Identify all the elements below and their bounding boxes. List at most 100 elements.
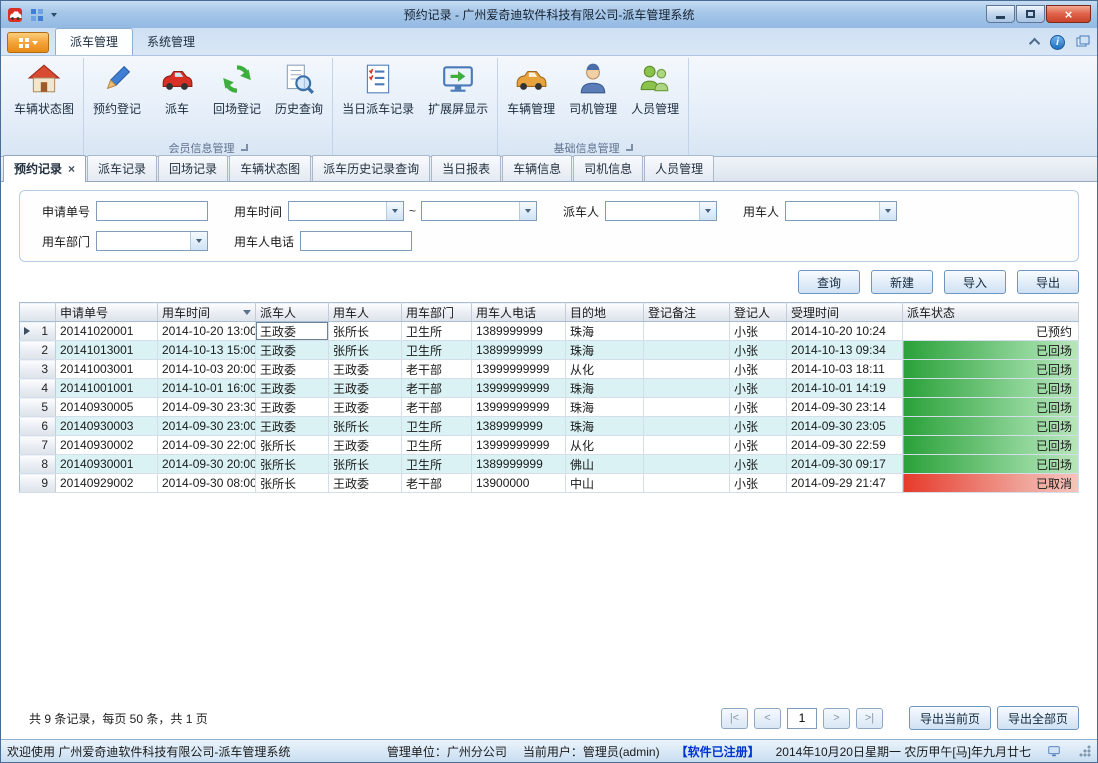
close-button[interactable]: × [1046,5,1091,23]
personnel-manage-button[interactable]: 人员管理 [624,58,686,139]
cell-use_time[interactable]: 2014-10-13 15:00 [158,341,256,360]
page-number-input[interactable] [787,708,817,729]
cell-dest[interactable]: 从化 [566,436,644,455]
dialog-launcher-icon[interactable] [241,144,248,151]
cell-use_time[interactable]: 2014-10-03 20:00 [158,360,256,379]
dispatch-button[interactable]: 派车 [148,58,206,139]
row-header-cell[interactable]: 1 [20,322,56,341]
row-selector-header[interactable] [20,303,56,322]
cell-user[interactable]: 张所长 [329,341,402,360]
cell-status[interactable]: 已回场 [903,360,1079,379]
table-row[interactable]: 5201409300052014-09-30 23:30王政委王政委老干部139… [20,398,1079,417]
last-page-button[interactable]: >| [856,708,883,729]
cell-user[interactable]: 张所长 [329,455,402,474]
vehicle-status-map-button[interactable]: 车辆状态图 [7,58,81,139]
cell-user[interactable]: 王政委 [329,474,402,493]
cell-registrar[interactable]: 小张 [730,417,787,436]
row-header-cell[interactable]: 7 [20,436,56,455]
filter-dropdown-icon[interactable] [243,310,251,315]
row-header-cell[interactable]: 4 [20,379,56,398]
use-time-from-select[interactable] [288,201,404,221]
dispatcher-select[interactable] [605,201,717,221]
cell-apply_no[interactable]: 20140930001 [56,455,158,474]
tab-dispatch-records[interactable]: 派车记录 [87,155,157,181]
tab-vehicle-info[interactable]: 车辆信息 [502,155,572,181]
export-current-page-button[interactable]: 导出当前页 [909,706,991,730]
extend-screen-button[interactable]: 扩展屏显示 [421,58,495,139]
cell-dept[interactable]: 卫生所 [402,322,472,341]
cell-phone[interactable]: 13999999999 [472,436,566,455]
vehicle-manage-button[interactable]: 车辆管理 [500,58,562,139]
new-button[interactable]: 新建 [871,270,933,294]
col-status[interactable]: 派车状态 [903,303,1079,322]
cell-remark[interactable] [644,322,730,341]
cell-dept[interactable]: 老干部 [402,360,472,379]
cell-dest[interactable]: 中山 [566,474,644,493]
cell-user[interactable]: 张所长 [329,322,402,341]
cell-dest[interactable]: 珠海 [566,379,644,398]
cell-phone[interactable]: 13999999999 [472,379,566,398]
cell-user[interactable]: 王政委 [329,379,402,398]
cell-phone[interactable]: 13999999999 [472,398,566,417]
cell-registrar[interactable]: 小张 [730,455,787,474]
table-row[interactable]: 2201410130012014-10-13 15:00王政委张所长卫生所138… [20,341,1079,360]
cell-use_time[interactable]: 2014-09-30 22:00 [158,436,256,455]
cell-remark[interactable] [644,436,730,455]
cell-dispatcher[interactable]: 张所长 [256,436,329,455]
cell-accept_time[interactable]: 2014-09-30 09:17 [787,455,903,474]
cell-remark[interactable] [644,455,730,474]
cell-remark[interactable] [644,360,730,379]
cell-registrar[interactable]: 小张 [730,398,787,417]
cell-dispatcher[interactable]: 王政委 [256,398,329,417]
cell-status[interactable]: 已回场 [903,379,1079,398]
cell-remark[interactable] [644,379,730,398]
cell-dest[interactable]: 佛山 [566,455,644,474]
info-icon[interactable]: i [1050,35,1065,50]
dialog-launcher-icon[interactable] [626,144,633,151]
table-row[interactable]: 3201410030012014-10-03 20:00王政委王政委老干部139… [20,360,1079,379]
tab-reservation-records[interactable]: 预约记录 × [3,155,86,182]
cell-apply_no[interactable]: 20140930002 [56,436,158,455]
cell-apply_no[interactable]: 20140930003 [56,417,158,436]
tab-dispatch-history-query[interactable]: 派车历史记录查询 [312,155,430,181]
switch-window-icon[interactable] [1075,34,1091,50]
cell-accept_time[interactable]: 2014-10-01 14:19 [787,379,903,398]
cell-registrar[interactable]: 小张 [730,379,787,398]
tab-personnel-manage[interactable]: 人员管理 [644,155,714,181]
cell-accept_time[interactable]: 2014-09-30 23:14 [787,398,903,417]
cell-apply_no[interactable]: 20140929002 [56,474,158,493]
app-menu-button[interactable] [7,32,49,53]
col-dept[interactable]: 用车部门 [402,303,472,322]
history-query-button[interactable]: 历史查询 [268,58,330,139]
quick-access-dropdown-icon[interactable] [51,13,57,17]
user-select[interactable] [785,201,897,221]
table-row[interactable]: 6201409300032014-09-30 23:00王政委张所长卫生所138… [20,417,1079,436]
query-button[interactable]: 查询 [798,270,860,294]
cell-dest[interactable]: 从化 [566,360,644,379]
cell-apply_no[interactable]: 20141013001 [56,341,158,360]
cell-status[interactable]: 已回场 [903,455,1079,474]
cell-status[interactable]: 已预约 [903,322,1079,341]
cell-dispatcher[interactable]: 张所长 [256,474,329,493]
collapse-ribbon-icon[interactable] [1029,38,1040,49]
row-header-cell[interactable]: 9 [20,474,56,493]
cell-status[interactable]: 已回场 [903,341,1079,360]
cell-dept[interactable]: 老干部 [402,474,472,493]
cell-phone[interactable]: 1389999999 [472,417,566,436]
cell-dispatcher[interactable]: 王政委 [256,379,329,398]
tab-daily-report[interactable]: 当日报表 [431,155,501,181]
cell-registrar[interactable]: 小张 [730,436,787,455]
cell-dest[interactable]: 珠海 [566,417,644,436]
tab-vehicle-status-map[interactable]: 车辆状态图 [229,155,311,181]
tab-driver-info[interactable]: 司机信息 [573,155,643,181]
cell-user[interactable]: 张所长 [329,417,402,436]
table-row[interactable]: 7201409300022014-09-30 22:00张所长王政委卫生所139… [20,436,1079,455]
today-dispatch-records-button[interactable]: 当日派车记录 [335,58,421,139]
cell-use_time[interactable]: 2014-09-30 08:00 [158,474,256,493]
cell-status[interactable]: 已取消 [903,474,1079,493]
cell-use_time[interactable]: 2014-09-30 23:00 [158,417,256,436]
cell-remark[interactable] [644,398,730,417]
first-page-button[interactable]: |< [721,708,748,729]
cell-apply_no[interactable]: 20141020001 [56,322,158,341]
col-dispatcher[interactable]: 派车人 [256,303,329,322]
